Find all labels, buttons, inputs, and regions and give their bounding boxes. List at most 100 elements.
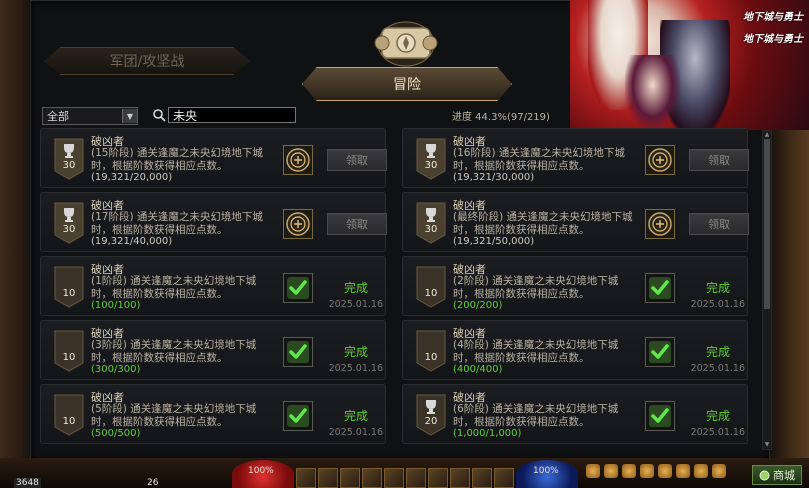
- scroll-down-icon[interactable]: ▼: [763, 441, 771, 449]
- menu-icon[interactable]: [622, 464, 636, 478]
- completed-check-icon: [283, 337, 313, 367]
- achievement-card: 20 破凶者 (6阶段) 通关逢魔之未央幻境地下城时，根据阶数获得相应点数。 (1,0…: [402, 384, 748, 444]
- skill-slot[interactable]: [384, 468, 404, 488]
- category-selected: 全部: [47, 110, 69, 123]
- skill-slot[interactable]: [318, 468, 338, 488]
- chevron-down-icon[interactable]: ▼: [122, 109, 137, 123]
- completed-check-icon: [645, 401, 675, 431]
- menu-icon[interactable]: [604, 464, 618, 478]
- completed-check-icon: [283, 401, 313, 431]
- shop-button[interactable]: 商城: [752, 465, 802, 485]
- svg-text:10: 10: [63, 352, 76, 363]
- achievement-description: (最终阶段) 通关逢魔之未央幻境地下城时，根据阶数获得相应点数。 (19,321/…: [453, 211, 633, 249]
- achievement-description-text: (1阶段) 通关逢魔之未央幻境地下城时，根据阶数获得相应点数。: [91, 275, 257, 300]
- point-badge-icon: 30: [54, 138, 84, 180]
- completed-check-icon: [645, 337, 675, 367]
- claim-button[interactable]: 领取: [327, 213, 387, 235]
- achievement-progress: (19,321/40,000): [91, 236, 173, 247]
- reward-item-icon[interactable]: [283, 209, 313, 239]
- menu-icon[interactable]: [658, 464, 672, 478]
- skill-slot[interactable]: [362, 468, 382, 488]
- scroll-up-icon[interactable]: ▲: [763, 131, 771, 139]
- achievement-description-text: (17阶段) 通关逢魔之未央幻境地下城时，根据阶数获得相应点数。: [91, 211, 263, 236]
- point-badge-icon: 10: [416, 266, 446, 308]
- skill-slot[interactable]: [428, 468, 448, 488]
- point-badge-icon: 30: [54, 202, 84, 244]
- scroll-emblem-icon: [374, 21, 438, 67]
- reward-item-icon[interactable]: [645, 209, 675, 239]
- search-input[interactable]: 未央: [168, 107, 296, 123]
- achievement-description: (15阶段) 通关逢魔之未央幻境地下城时，根据阶数获得相应点数。 (19,321/…: [91, 147, 271, 185]
- claim-button[interactable]: 领取: [689, 149, 749, 171]
- svg-text:30: 30: [63, 160, 76, 171]
- tab-guild-label: 军团/攻坚战: [109, 54, 185, 70]
- scrollbar-thumb[interactable]: [764, 139, 770, 309]
- shop-icon: [759, 470, 770, 480]
- achievement-description: (4阶段) 通关逢魔之未央幻境地下城时，根据阶数获得相应点数。 (400/400): [453, 339, 633, 377]
- tab-guild-siege[interactable]: 军团/攻坚战: [44, 47, 250, 75]
- tab-adventure[interactable]: 冒险: [302, 67, 512, 101]
- achievement-description-text: (4阶段) 通关逢魔之未央幻境地下城时，根据阶数获得相应点数。: [453, 339, 619, 364]
- status-complete: 完成: [343, 409, 368, 423]
- tab-adventure-label: 冒险: [393, 77, 421, 93]
- point-badge-icon: 30: [416, 202, 446, 244]
- completed-check-icon: [283, 273, 313, 303]
- menu-icon[interactable]: [712, 464, 726, 478]
- completion-date: 2025.01.16: [690, 427, 745, 438]
- svg-text:10: 10: [425, 352, 438, 363]
- svg-text:10: 10: [63, 288, 76, 299]
- achievement-description-text: (3阶段) 通关逢魔之未央幻境地下城时，根据阶数获得相应点数。: [91, 339, 257, 364]
- achievement-list: 30 破凶者 (15阶段) 通关逢魔之未央幻境地下城时，根据阶数获得相应点数。 (19…: [40, 128, 758, 446]
- promo-banner[interactable]: 地下城与勇士 地下城与勇士: [570, 0, 809, 130]
- achievement-description-text: (16阶段) 通关逢魔之未央幻境地下城时，根据阶数获得相应点数。: [453, 147, 625, 172]
- skill-slot[interactable]: [340, 468, 360, 488]
- achievement-progress: (200/200): [453, 300, 503, 311]
- svg-text:30: 30: [425, 160, 438, 171]
- point-badge-icon: 20: [416, 394, 446, 436]
- skill-slot[interactable]: [494, 468, 514, 488]
- claim-button[interactable]: 领取: [689, 213, 749, 235]
- menu-icon[interactable]: [676, 464, 690, 478]
- achievement-progress: (19,321/30,000): [453, 172, 535, 183]
- achievement-card: 10 破凶者 (1阶段) 通关逢魔之未央幻境地下城时，根据阶数获得相应点数。 (100…: [40, 256, 386, 316]
- reward-item-icon[interactable]: [283, 145, 313, 175]
- menu-icon[interactable]: [694, 464, 708, 478]
- skill-slot[interactable]: [472, 468, 492, 488]
- achievement-description: (16阶段) 通关逢魔之未央幻境地下城时，根据阶数获得相应点数。 (19,321/…: [453, 147, 633, 185]
- menu-icon[interactable]: [640, 464, 654, 478]
- achievement-description: (1阶段) 通关逢魔之未央幻境地下城时，根据阶数获得相应点数。 (100/100): [91, 275, 271, 313]
- status-complete: 完成: [343, 345, 368, 359]
- achievement-description: (3阶段) 通关逢魔之未央幻境地下城时，根据阶数获得相应点数。 (300/300): [91, 339, 271, 377]
- completed-check-icon: [645, 273, 675, 303]
- list-scrollbar[interactable]: ▲ ▼: [762, 130, 772, 450]
- achievement-description: (17阶段) 通关逢魔之未央幻境地下城时，根据阶数获得相应点数。 (19,321/…: [91, 211, 271, 249]
- shop-label: 商城: [773, 469, 795, 482]
- achievement-card: 10 破凶者 (5阶段) 通关逢魔之未央幻境地下城时，根据阶数获得相应点数。 (500…: [40, 384, 386, 444]
- category-dropdown[interactable]: 全部 ▼: [42, 107, 138, 125]
- skill-slot[interactable]: [296, 468, 316, 488]
- achievement-progress: (300/300): [91, 364, 141, 375]
- status-complete: 完成: [705, 281, 730, 295]
- achievement-card: 10 破凶者 (4阶段) 通关逢魔之未央幻境地下城时，根据阶数获得相应点数。 (400…: [402, 320, 748, 380]
- achievement-card: 10 破凶者 (3阶段) 通关逢魔之未央幻境地下城时，根据阶数获得相应点数。 (300…: [40, 320, 386, 380]
- menu-icon-bar: [586, 464, 726, 478]
- game-scene-left: [0, 0, 32, 488]
- svg-text:10: 10: [63, 416, 76, 427]
- banner-logo-text: 地下城与勇士: [743, 34, 803, 45]
- status-complete: 完成: [343, 281, 368, 295]
- achievement-description: (2阶段) 通关逢魔之未央幻境地下城时，根据阶数获得相应点数。 (200/200): [453, 275, 633, 313]
- achievement-card: 30 破凶者 (最终阶段) 通关逢魔之未央幻境地下城时，根据阶数获得相应点数。 (19…: [402, 192, 749, 252]
- skill-slot[interactable]: [450, 468, 470, 488]
- menu-icon[interactable]: [586, 464, 600, 478]
- completion-date: 2025.01.16: [328, 363, 383, 374]
- achievement-progress: (19,321/50,000): [453, 236, 535, 247]
- point-badge-icon: 10: [416, 330, 446, 372]
- achievement-card: 30 破凶者 (15阶段) 通关逢魔之未央幻境地下城时，根据阶数获得相应点数。 (19…: [40, 128, 387, 188]
- achievement-progress: (500/500): [91, 428, 141, 439]
- skill-slot[interactable]: [406, 468, 426, 488]
- game-scene-right: [769, 130, 809, 460]
- hud-counter-secondary: 26: [147, 478, 159, 488]
- claim-button[interactable]: 领取: [327, 149, 387, 171]
- achievement-card: 30 破凶者 (17阶段) 通关逢魔之未央幻境地下城时，根据阶数获得相应点数。 (19…: [40, 192, 387, 252]
- reward-item-icon[interactable]: [645, 145, 675, 175]
